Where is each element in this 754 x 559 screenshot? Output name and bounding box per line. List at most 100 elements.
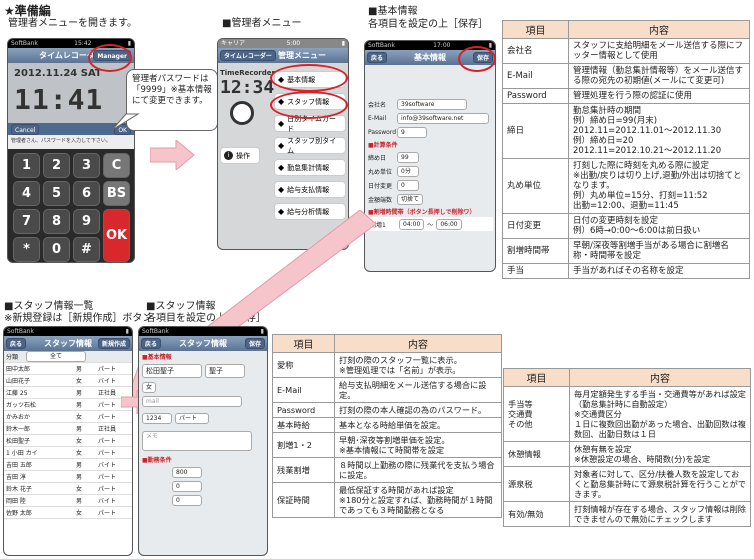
memo-input[interactable]: メモ	[142, 431, 252, 451]
back-button[interactable]: 戻る	[141, 338, 162, 349]
extra-from-input[interactable]: 04:00	[399, 218, 425, 230]
battery-icon: ▮	[260, 328, 264, 335]
name-input[interactable]: 松田聖子	[142, 364, 202, 378]
table-row: 愛称 打刻の際のスタッフ一覧に表示。 ※管理処理では「名前」が表示。	[272, 352, 502, 378]
item-cell: 割増時間帯	[502, 238, 569, 264]
key-4[interactable]: 4	[13, 181, 40, 206]
key-10[interactable]: 9	[73, 209, 100, 234]
mail-input[interactable]: info@39software.net	[397, 112, 489, 124]
table-row[interactable]: かみおか 女 パート	[4, 411, 132, 423]
close-day-input[interactable]: 99	[397, 151, 419, 163]
key-9[interactable]: 8	[43, 209, 70, 234]
staff-type: パート	[98, 450, 117, 457]
password-prompt: 管理者さん、パスワードを入力して下さい。	[8, 135, 134, 149]
key-7[interactable]: BS	[103, 181, 130, 206]
item-cell: E-Mail	[502, 63, 569, 89]
menu-item-hand[interactable]: ◆ 給与支払情報	[274, 181, 346, 198]
content-cell: 打刻の際の本人確認の為のパスワード。	[334, 402, 502, 418]
type-select[interactable]: パート	[175, 412, 209, 424]
staff-name: 鈴木一郎	[6, 426, 31, 433]
menu-item-document[interactable]: ◆ 勤怠集計情報	[274, 159, 346, 176]
table-row[interactable]: 山田花子 女 バイト	[4, 375, 132, 387]
password-row: Password 9	[365, 125, 495, 139]
table-row[interactable]: 松田聖子 女 パート	[4, 435, 132, 447]
operation-button[interactable]: i 操作	[220, 147, 260, 164]
caption-basic-info-sub: 各項目を設定の上［保存］	[368, 19, 488, 30]
key-0[interactable]: 1	[13, 153, 40, 178]
item-cell: 有効/無効	[503, 501, 570, 527]
highlight-save-button	[458, 46, 496, 72]
staff-type: バイト	[98, 498, 117, 505]
daychange-label: 日付変更	[368, 182, 393, 190]
back-button[interactable]: 戻る	[6, 338, 27, 349]
table-row[interactable]: 鈴木 花子 女 パート	[4, 483, 132, 495]
mail-input[interactable]: mail	[142, 395, 242, 407]
table-row[interactable]: 吉田 淳 男 パート	[4, 471, 132, 483]
nav-title: スタッフ情報	[179, 339, 227, 348]
menu-item-label: 勤怠集計情報	[287, 163, 330, 172]
table-row[interactable]: ガッツ石松 男 パート	[4, 399, 132, 411]
table-row: 丸め単位 打刻した際に時刻を丸める際に設定 ※出勤/戻りは切り上げ,退勤/外出は切…	[502, 158, 750, 214]
password-input[interactable]: 1234	[142, 412, 172, 424]
table-row: 締日 勤怠集計時の期間 例）締め日=99(月末) 2012.11=2012.11.…	[502, 103, 750, 159]
nickname-input[interactable]: 聖子	[205, 364, 245, 378]
new-button[interactable]: 新規作成	[97, 338, 130, 349]
menu-item-clock[interactable]: ◆ スタッフ別タイム	[274, 137, 346, 155]
table-header: 項目 内容	[503, 368, 751, 387]
staff-name: 吉田 五郎	[6, 462, 32, 469]
back-button[interactable]: 戻る	[367, 52, 388, 63]
table-row[interactable]: 岡田 陸 男 バイト	[4, 495, 132, 507]
staff-sex: 男	[76, 462, 83, 469]
company-label: 会社名	[368, 101, 387, 109]
table-row[interactable]: 佐野 太郎 女 パート	[4, 507, 132, 519]
status-time: 17:00	[433, 42, 451, 49]
status-bar: SoftBank ▮	[139, 327, 267, 336]
wage-input[interactable]: 800	[172, 466, 202, 478]
table-row[interactable]: 江藤 25 男 正社員	[4, 387, 132, 399]
table-row: 割増1・2 早朝･深夜等割増単価を設定。 ※基本情報にて時間帯を設定	[272, 432, 502, 458]
key-1[interactable]: 2	[43, 153, 70, 178]
key-14[interactable]: #	[73, 237, 100, 262]
logo-clock: 12:34	[220, 77, 275, 98]
key-6[interactable]: 6	[73, 181, 100, 206]
mail-row: mail	[139, 394, 267, 408]
table-row: 手当 手当があればその名称を設定	[502, 263, 750, 279]
sex-toggle[interactable]: 女	[142, 381, 157, 393]
table-row[interactable]: 1 小田 カイ 女 パート	[4, 447, 132, 459]
extra2-input[interactable]: 0	[172, 494, 202, 506]
password-row: 1234 パート	[139, 408, 267, 428]
save-button[interactable]: 保存	[244, 338, 265, 349]
highlight-staff-info	[270, 91, 348, 119]
password-input[interactable]: 9	[397, 126, 427, 138]
filter-select[interactable]: 全て	[26, 351, 86, 362]
back-button[interactable]: タイムレコーダー	[220, 50, 276, 61]
content-cell: 管理処理を行う際の認証に使用	[568, 88, 750, 104]
staff-sex: 女	[76, 438, 83, 445]
content-cell: 休憩有無を設定 ※休憩設定の場合、時間数(分)を設定	[569, 441, 751, 467]
section-pay: ■勤務条件	[142, 457, 172, 464]
key-5[interactable]: 5	[43, 181, 70, 206]
staff-name: 田中太郎	[6, 366, 31, 373]
mail-label: E-Mail	[368, 114, 387, 122]
extra1-input[interactable]: 0	[172, 480, 202, 492]
table-row: 保証時間 最低保証する時間があれば設定 ※180分と設定すれば、勤務時間が１時間で…	[272, 482, 502, 518]
table-row[interactable]: 吉田 五郎 男 バイト	[4, 459, 132, 471]
round-input[interactable]: 0分	[397, 165, 419, 177]
staff-name: 鈴木 花子	[6, 486, 32, 493]
table-row[interactable]: 鈴木一郎 男 正社員	[4, 423, 132, 435]
table-row[interactable]: 田中太郎 男 パート	[4, 363, 132, 375]
cancel-button[interactable]: Cancel	[11, 123, 40, 135]
company-input[interactable]: 39software	[397, 98, 467, 110]
fraction-input[interactable]: 切捨て	[397, 193, 423, 205]
key-3[interactable]: C	[103, 153, 130, 178]
content-cell: スタッフに支給明細をメール送信する際にフッター情報として使用	[568, 38, 750, 64]
key-2[interactable]: 3	[73, 153, 100, 178]
extra-to-input[interactable]: 06:00	[436, 218, 462, 230]
column-header: 項目	[503, 368, 570, 387]
key-8[interactable]: 7	[13, 209, 40, 234]
daychange-input[interactable]: 0	[397, 179, 419, 191]
content-cell: 早朝/深夜等割増手当がある場合に割増名称・時間帯を設定	[568, 238, 750, 264]
key-13[interactable]: 0	[43, 237, 70, 262]
company-row: 会社名 39software	[365, 97, 495, 111]
key-12[interactable]: *	[13, 237, 40, 262]
